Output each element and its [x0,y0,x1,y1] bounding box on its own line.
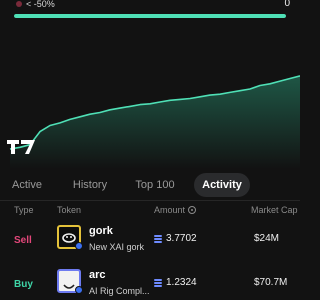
trade-amount: 3.7702 [166,233,197,244]
filter-label: < -50% [26,0,55,9]
token-name: gork [89,225,113,237]
filter-header: < -50% 0 [0,0,300,40]
tab-history[interactable]: History [66,173,114,197]
filter-value: 0 [284,0,290,9]
chain-badge-icon [75,286,83,294]
trade-type: Buy [14,279,33,290]
activity-tabs: Active History Top 100 Activity [0,170,300,200]
price-chart[interactable] [0,44,300,169]
market-cap: $70.7M [254,277,288,288]
solana-icon [154,235,162,243]
tab-active[interactable]: Active [6,173,48,197]
filter-progress-bar [14,14,286,18]
header-amount-label: Amount [154,205,186,215]
trade-type: Sell [14,235,32,246]
tab-top-100[interactable]: Top 100 [128,173,182,197]
price-chart-svg [9,75,300,169]
tabs-divider [0,200,300,201]
chart-watermark-logo [7,140,35,154]
price-area [10,75,300,169]
token-subtitle: New XAI gork [89,242,145,252]
header-type: Type [14,205,34,215]
table-row[interactable]: Buy arc AI Rig Compl... 1.2324 $70.7M [0,266,300,300]
solana-icon [154,279,162,287]
market-cap: $24M [254,233,280,244]
trade-amount: 1.2324 [166,277,197,288]
legend-dot [16,1,22,7]
amount-unit-toggle-icon[interactable] [188,206,197,214]
filter-progress-fill [14,14,286,18]
header-market-cap: Market Cap [251,205,298,215]
token-subtitle: AI Rig Compl... [89,286,150,296]
activity-table-header: Type Token Amount Market Cap [0,202,300,218]
header-token: Token [57,205,82,215]
tab-activity[interactable]: Activity [194,173,250,197]
chain-badge-icon [75,242,83,250]
table-row[interactable]: Sell gork New XAI gork 3.7702 $24M [0,222,300,266]
header-amount[interactable]: Amount [154,205,197,215]
token-name: arc [89,269,106,281]
